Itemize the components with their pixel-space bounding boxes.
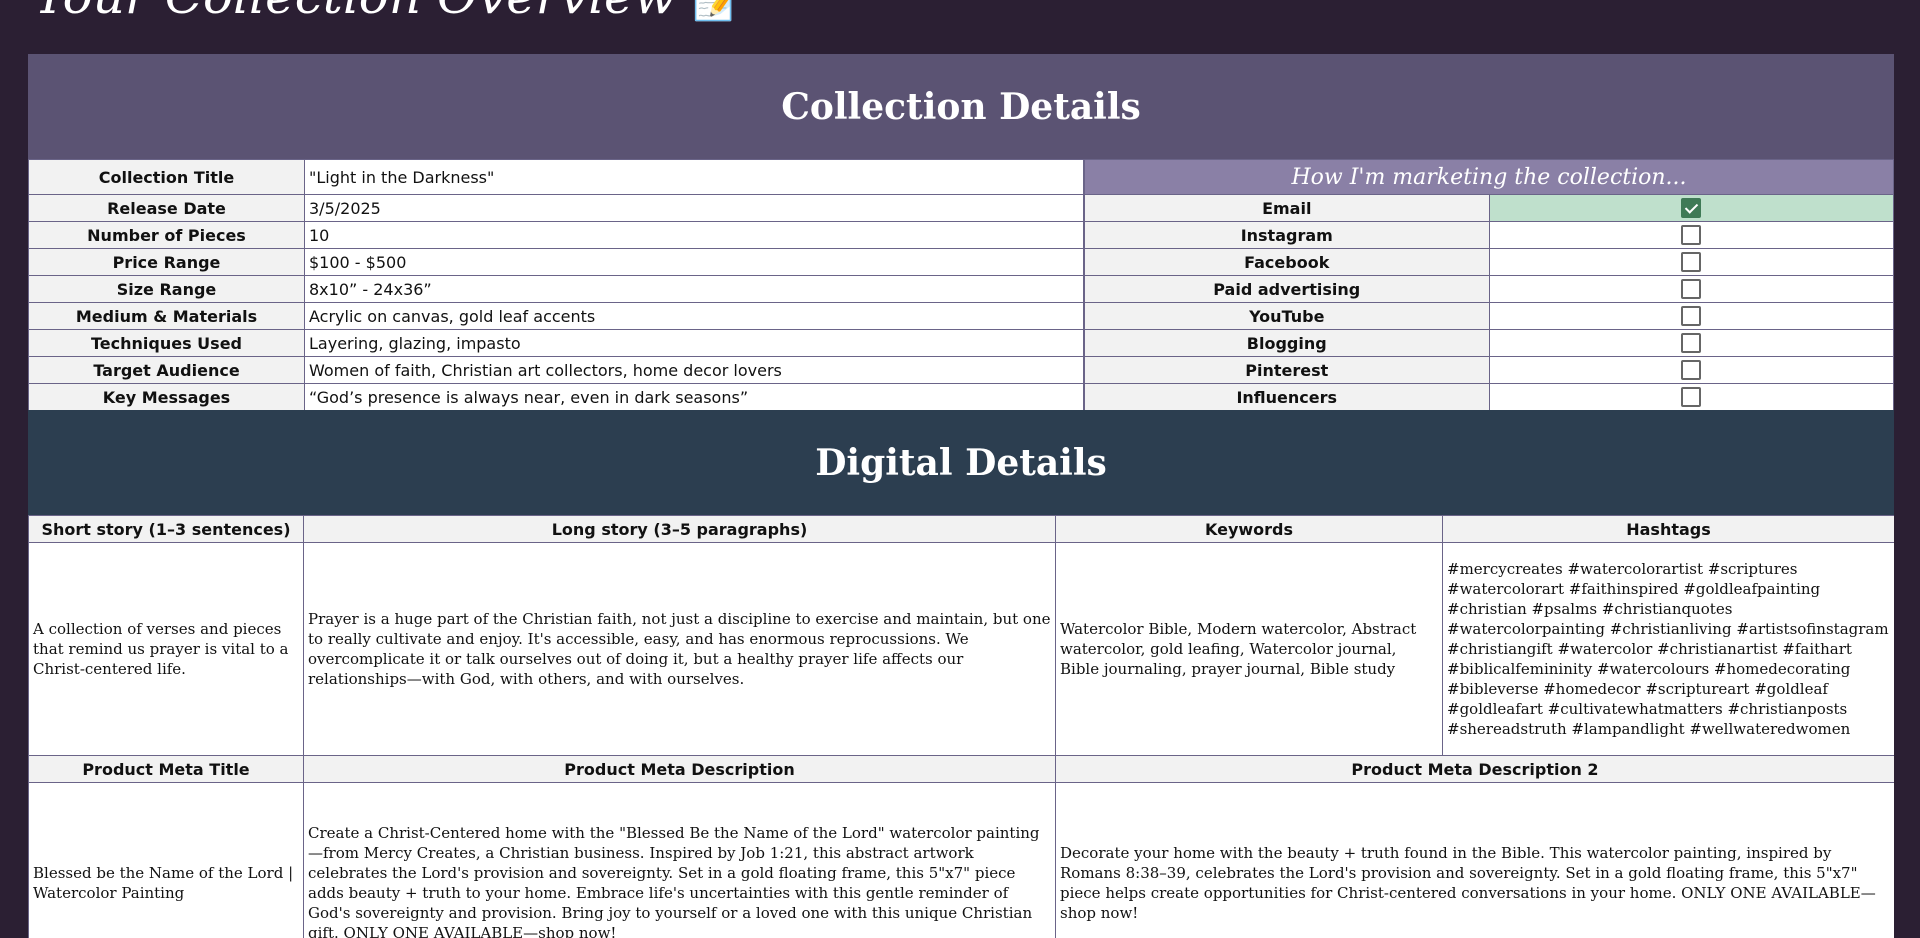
collection-row-value[interactable]: Layering, glazing, impasto: [304, 329, 1084, 357]
marketing-channel-checkbox-cell[interactable]: [1488, 356, 1894, 384]
marketing-channel-row: Pinterest: [1084, 356, 1894, 384]
collection-row-value[interactable]: $100 - $500: [304, 248, 1084, 276]
collection-row: Target Audience Women of faith, Christian…: [28, 356, 1084, 384]
marketing-channel-checkbox-cell[interactable]: [1488, 302, 1894, 330]
header-meta-description-2[interactable]: Product Meta Description 2: [1055, 755, 1894, 783]
digital-details-heading: Digital Details: [28, 410, 1894, 515]
collection-row: Price Range $100 - $500: [28, 248, 1084, 276]
header-short-story[interactable]: Short story (1–3 sentences): [28, 515, 304, 543]
digital-details-table: Short story (1–3 sentences) Long story (…: [28, 515, 1894, 938]
collection-row: Techniques Used Layering, glazing, impast…: [28, 329, 1084, 357]
marketing-channel-label[interactable]: Instagram: [1084, 221, 1490, 249]
meta-title-cell[interactable]: Blessed be the Name of the Lord | Waterc…: [28, 782, 304, 938]
checkbox-icon[interactable]: [1681, 333, 1702, 354]
marketing-channel-label[interactable]: Blogging: [1084, 329, 1490, 357]
checkbox-icon[interactable]: [1681, 279, 1702, 300]
marketing-channel-row: YouTube: [1084, 302, 1894, 330]
collection-row-value[interactable]: Acrylic on canvas, gold leaf accents: [304, 302, 1084, 330]
collection-row: Key Messages “God’s presence is always ne…: [28, 383, 1084, 411]
marketing-channel-label[interactable]: Paid advertising: [1084, 275, 1490, 303]
marketing-channel-label[interactable]: Influencers: [1084, 383, 1490, 411]
page-title: Your Collection Overview 📝: [34, 0, 742, 30]
header-hashtags[interactable]: Hashtags: [1442, 515, 1894, 543]
header-meta-title[interactable]: Product Meta Title: [28, 755, 304, 783]
marketing-channel-label[interactable]: Pinterest: [1084, 356, 1490, 384]
checkbox-icon[interactable]: [1681, 225, 1702, 246]
marketing-table: How I'm marketing the collection... Emai…: [1084, 159, 1894, 411]
collection-details-table: Collection Title "Light in the Darkness" R…: [28, 159, 1084, 411]
header-meta-description[interactable]: Product Meta Description: [303, 755, 1056, 783]
collection-row-label[interactable]: Techniques Used: [28, 329, 305, 357]
collection-row: Medium & Materials Acrylic on canvas, gol…: [28, 302, 1084, 330]
short-story-cell[interactable]: A collection of verses and pieces that r…: [28, 542, 304, 756]
checkbox-checked-icon[interactable]: [1681, 198, 1702, 219]
collection-row-value[interactable]: 3/5/2025: [304, 194, 1084, 222]
marketing-channel-checkbox-cell[interactable]: [1488, 383, 1894, 411]
collection-row-label[interactable]: Collection Title: [28, 159, 305, 195]
collection-details-heading: Collection Details: [28, 54, 1894, 159]
collection-row: Collection Title "Light in the Darkness": [28, 159, 1084, 195]
collection-row: Release Date 3/5/2025: [28, 194, 1084, 222]
collection-row: Size Range 8x10” - 24x36”: [28, 275, 1084, 303]
collection-row-label[interactable]: Size Range: [28, 275, 305, 303]
marketing-channel-label[interactable]: Email: [1084, 194, 1490, 222]
header-long-story[interactable]: Long story (3–5 paragraphs): [303, 515, 1056, 543]
marketing-channel-row: Email: [1084, 194, 1894, 222]
marketing-channel-row: Blogging: [1084, 329, 1894, 357]
collection-row-label[interactable]: Target Audience: [28, 356, 305, 384]
checkbox-icon[interactable]: [1681, 387, 1702, 408]
collection-row-label[interactable]: Release Date: [28, 194, 305, 222]
meta-description-2-cell[interactable]: Decorate your home with the beauty + tru…: [1055, 782, 1894, 938]
hashtags-cell[interactable]: #mercycreates #watercolorartist #scriptu…: [1442, 542, 1894, 756]
marketing-channel-checkbox-cell[interactable]: [1488, 221, 1894, 249]
collection-row: Number of Pieces 10: [28, 221, 1084, 249]
marketing-channel-checkbox-cell[interactable]: [1488, 248, 1894, 276]
collection-row-value[interactable]: 10: [304, 221, 1084, 249]
marketing-channel-row: Paid advertising: [1084, 275, 1894, 303]
collection-row-label[interactable]: Number of Pieces: [28, 221, 305, 249]
marketing-channel-row: Instagram: [1084, 221, 1894, 249]
marketing-channel-row: Influencers: [1084, 383, 1894, 411]
collection-row-label[interactable]: Price Range: [28, 248, 305, 276]
marketing-channel-checkbox-cell[interactable]: [1488, 275, 1894, 303]
collection-row-value[interactable]: "Light in the Darkness": [304, 159, 1084, 195]
spreadsheet: Collection Details Collection Title "Ligh…: [28, 54, 1894, 938]
checkbox-icon[interactable]: [1681, 360, 1702, 381]
collection-row-label[interactable]: Medium & Materials: [28, 302, 305, 330]
marketing-channel-checkbox-cell[interactable]: [1488, 329, 1894, 357]
marketing-heading: How I'm marketing the collection...: [1084, 159, 1894, 195]
marketing-channel-label[interactable]: Facebook: [1084, 248, 1490, 276]
checkbox-icon[interactable]: [1681, 252, 1702, 273]
checkbox-icon[interactable]: [1681, 306, 1702, 327]
marketing-channel-label[interactable]: YouTube: [1084, 302, 1490, 330]
keywords-cell[interactable]: Watercolor Bible, Modern watercolor, Abs…: [1055, 542, 1443, 756]
header-keywords[interactable]: Keywords: [1055, 515, 1443, 543]
collection-row-value[interactable]: 8x10” - 24x36”: [304, 275, 1084, 303]
collection-row-value[interactable]: Women of faith, Christian art collectors…: [304, 356, 1084, 384]
marketing-channel-row: Facebook: [1084, 248, 1894, 276]
memo-icon: 📝: [692, 0, 743, 23]
marketing-channel-checkbox-cell[interactable]: [1488, 194, 1894, 222]
long-story-cell[interactable]: Prayer is a huge part of the Christian f…: [303, 542, 1056, 756]
meta-description-cell[interactable]: Create a Christ-Centered home with the "…: [303, 782, 1056, 938]
collection-row-label[interactable]: Key Messages: [28, 383, 305, 411]
page-title-text: Your Collection Overview: [34, 0, 676, 25]
collection-row-value[interactable]: “God’s presence is always near, even in …: [304, 383, 1084, 411]
